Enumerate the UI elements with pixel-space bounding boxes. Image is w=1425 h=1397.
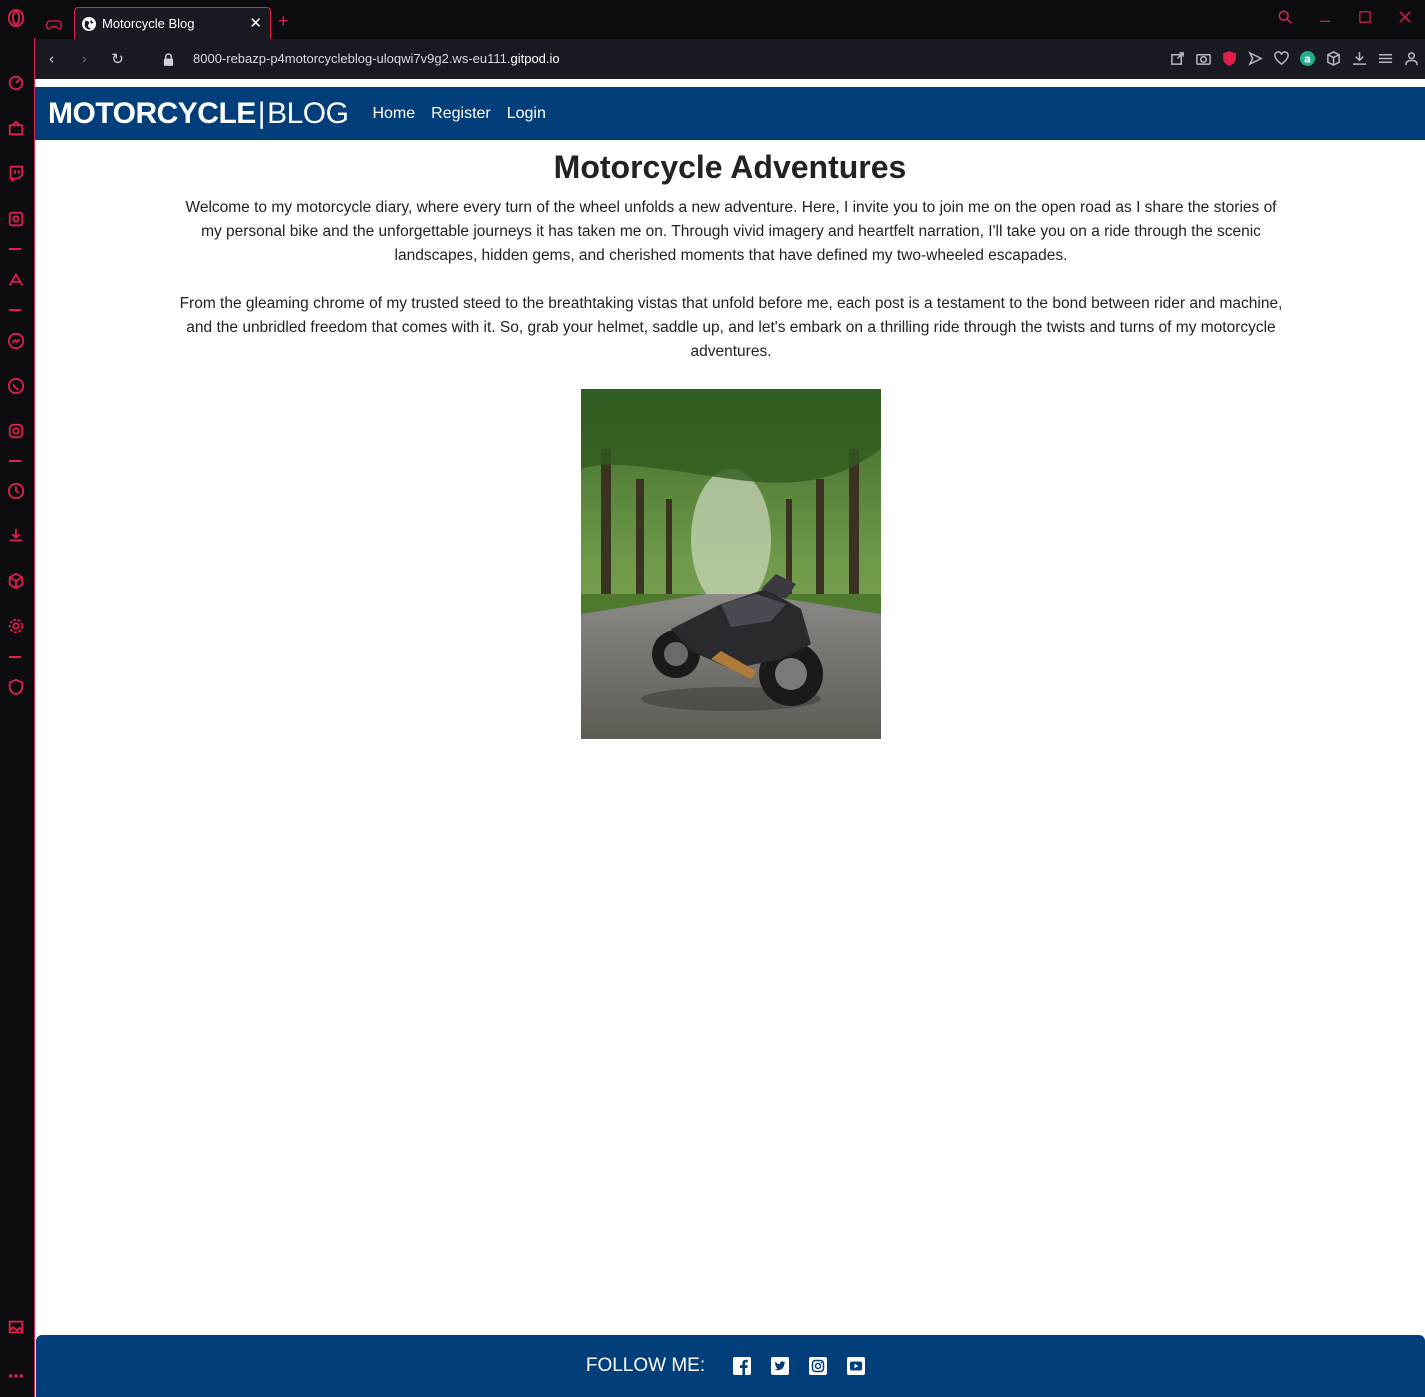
- send-icon[interactable]: [1247, 50, 1263, 66]
- search-tabs-icon[interactable]: [1265, 10, 1305, 29]
- cube-icon[interactable]: [6, 571, 26, 591]
- instagram-sidebar-icon[interactable]: [6, 421, 26, 441]
- speed-dial-icon[interactable]: [6, 72, 26, 92]
- youtube-icon[interactable]: [847, 1357, 866, 1375]
- url-input[interactable]: 8000-rebazp-p4motorcycleblog-uloqwi7v9g2…: [193, 51, 560, 66]
- extensions-cube-icon[interactable]: [1325, 50, 1341, 66]
- opera-sidebar: [0, 0, 34, 1397]
- globe-icon: [82, 16, 96, 31]
- twitter-icon[interactable]: [771, 1357, 790, 1375]
- heart-icon[interactable]: [1273, 50, 1289, 66]
- sidebar-divider: [9, 460, 21, 462]
- site-footer: FOLLOW ME:: [36, 1335, 1425, 1397]
- browser-window: Motorcycle Blog ✕ + ‹ › ↻ 8000-rebazp-p4: [0, 0, 1425, 1397]
- close-window-icon[interactable]: [1385, 10, 1425, 28]
- shopping-icon[interactable]: [6, 118, 26, 138]
- history-icon[interactable]: [6, 481, 26, 501]
- aria-icon[interactable]: [6, 270, 26, 290]
- instagram-icon[interactable]: [809, 1357, 828, 1375]
- web-page: MOTORCYCLE | BLOG Home Register Login Moto…: [35, 87, 1425, 1397]
- gamepad-icon[interactable]: [46, 15, 62, 34]
- nav-register-link[interactable]: Register: [431, 105, 491, 123]
- sidebar-divider: [9, 248, 21, 250]
- window-controls: [1265, 0, 1425, 38]
- nav-home-link[interactable]: Home: [372, 105, 415, 123]
- forward-icon[interactable]: ›: [68, 50, 101, 68]
- minimize-icon[interactable]: [1305, 10, 1345, 28]
- facebook-icon[interactable]: [733, 1357, 752, 1375]
- maximize-icon[interactable]: [1345, 10, 1385, 28]
- ublock-icon[interactable]: [6, 677, 26, 697]
- snapshot-icon[interactable]: [1195, 50, 1211, 66]
- whatsapp-icon[interactable]: [6, 376, 26, 396]
- nav-login-link[interactable]: Login: [507, 105, 546, 123]
- toolbar-icons: a: [1169, 50, 1419, 66]
- url-domain: gitpod.io: [510, 51, 560, 66]
- close-tab-icon[interactable]: ✕: [249, 14, 262, 32]
- tab-strip: Motorcycle Blog ✕ +: [34, 0, 1425, 39]
- messenger-icon[interactable]: [6, 331, 26, 351]
- download-icon[interactable]: [1351, 50, 1367, 66]
- nav-links: Home Register Login: [372, 105, 545, 123]
- adblock-shield-icon[interactable]: [1221, 50, 1237, 66]
- follow-me-label: FOLLOW ME:: [585, 1355, 706, 1376]
- address-bar: ‹ › ↻ 8000-rebazp-p4motorcycleblog-uloqw…: [35, 39, 1425, 79]
- gallery-icon[interactable]: [6, 1317, 26, 1337]
- svg-text:a: a: [1304, 53, 1311, 65]
- logo-separator: |: [257, 96, 266, 130]
- more-icon[interactable]: [6, 1366, 26, 1386]
- site-logo[interactable]: MOTORCYCLE | BLOG: [48, 96, 349, 131]
- site-navbar: MOTORCYCLE | BLOG Home Register Login: [35, 87, 1425, 140]
- reload-icon[interactable]: ↻: [101, 50, 134, 68]
- lock-icon[interactable]: [163, 51, 174, 70]
- page-heading: Motorcycle Adventures: [553, 149, 907, 185]
- url-path: 8000-rebazp-p4motorcycleblog-uloqwi7v9g2…: [193, 51, 511, 66]
- page-top-gap: [35, 79, 1425, 87]
- twitch-icon[interactable]: [6, 163, 26, 183]
- back-icon[interactable]: ‹: [35, 50, 68, 68]
- share-icon[interactable]: [1169, 50, 1185, 66]
- motorcycle-photo: [581, 389, 881, 739]
- logo-bold-text: MOTORCYCLE: [48, 96, 256, 130]
- settings-icon[interactable]: [6, 616, 26, 636]
- logo-light-text: BLOG: [267, 96, 349, 130]
- new-tab-button[interactable]: +: [278, 11, 289, 32]
- tab-motorcycle-blog[interactable]: Motorcycle Blog ✕: [74, 7, 271, 39]
- intro-paragraph-1: Welcome to my motorcycle diary, where ev…: [185, 199, 1277, 264]
- profile-icon[interactable]: [1403, 50, 1419, 66]
- sidebar-divider: [9, 309, 21, 311]
- easy-setup-icon[interactable]: [1377, 50, 1393, 66]
- account-a-icon[interactable]: a: [1299, 50, 1315, 66]
- intro-paragraph-2: From the gleaming chrome of my trusted s…: [179, 295, 1283, 360]
- extension-icon[interactable]: [6, 209, 26, 229]
- opera-logo-icon[interactable]: [6, 8, 26, 28]
- tab-title: Motorcycle Blog: [102, 16, 195, 31]
- sidebar-divider: [9, 656, 21, 658]
- downloads-icon[interactable]: [6, 525, 26, 545]
